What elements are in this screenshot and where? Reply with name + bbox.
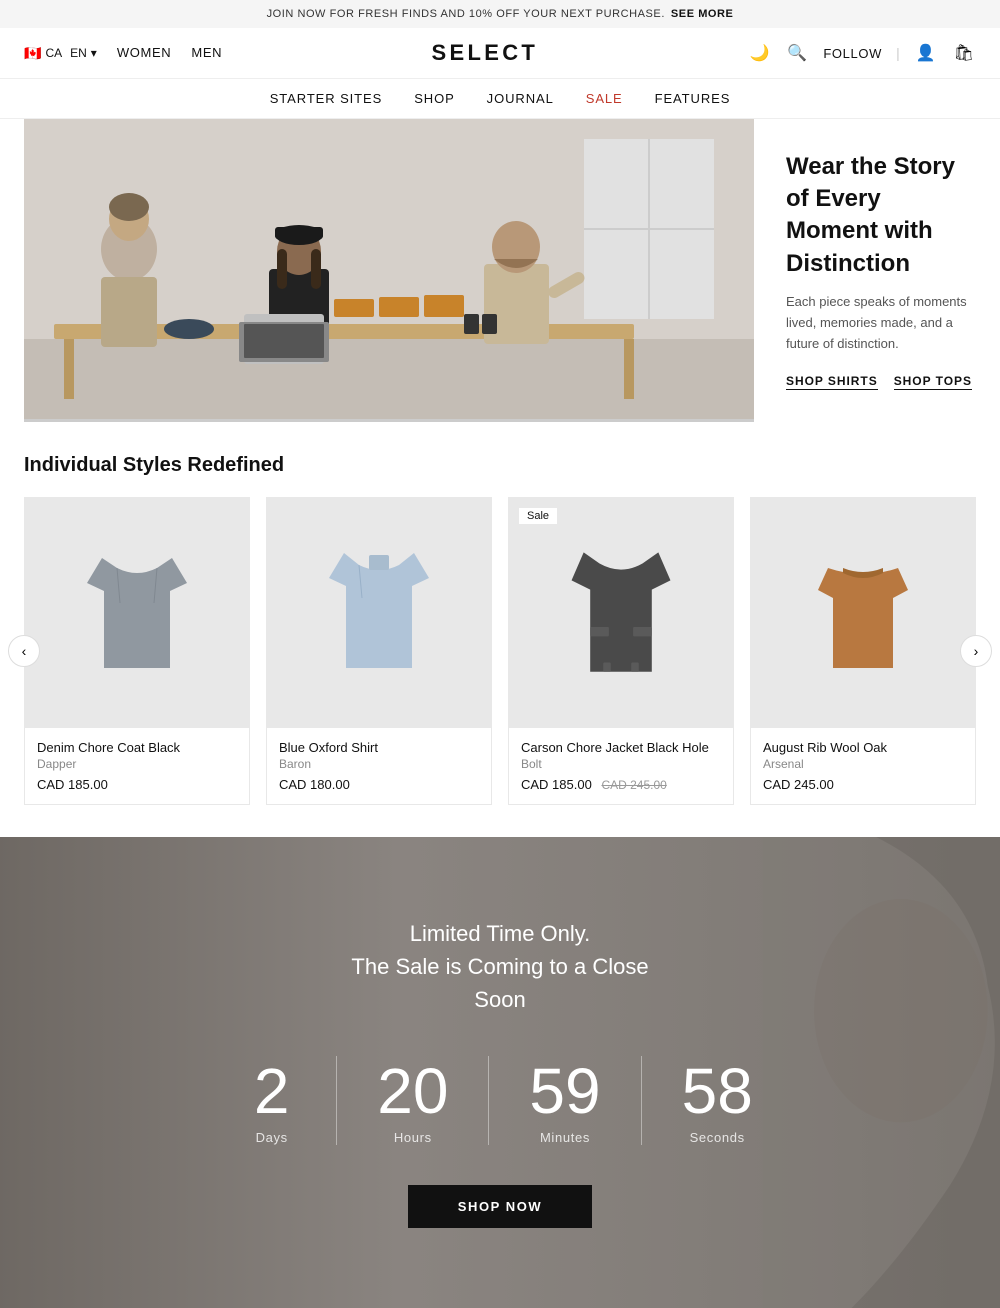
countdown-days: 2 Days <box>207 1056 337 1145</box>
product-image <box>267 498 491 728</box>
countdown-seconds-label: Seconds <box>682 1130 753 1145</box>
product-brand: Baron <box>279 757 479 771</box>
shop-shirts-link[interactable]: SHOP SHIRTS <box>786 374 878 390</box>
nav-sale[interactable]: SALE <box>586 91 623 106</box>
nav-shop[interactable]: SHOP <box>414 91 454 106</box>
nav-starter-sites[interactable]: STARTER SITES <box>270 91 382 106</box>
countdown-minutes: 59 Minutes <box>489 1056 641 1145</box>
product-brand: Dapper <box>37 757 237 771</box>
shop-now-button[interactable]: SHOP NOW <box>408 1185 592 1228</box>
product-card[interactable]: Sale Carson Chore Jacket Black Hole Bolt <box>508 497 734 805</box>
hero-section: Wear the Story of Every Moment with Dist… <box>0 119 1000 422</box>
product-image: Sale <box>509 498 733 728</box>
products-section-title: Individual Styles Redefined <box>24 454 976 477</box>
locale-ca: CA <box>45 46 62 60</box>
topbar-message: JOIN NOW FOR FRESH FINDS AND 10% OFF YOU… <box>267 8 665 20</box>
topbar-link[interactable]: SEE MORE <box>671 8 733 20</box>
product-price: CAD 185.00 <box>37 777 237 792</box>
carousel-next-button[interactable]: › <box>960 635 992 667</box>
product-info: Denim Chore Coat Black Dapper CAD 185.00 <box>25 728 249 804</box>
sale-price: CAD 185.00 <box>521 777 592 792</box>
carousel-prev-button[interactable]: ‹ <box>8 635 40 667</box>
product-info: Blue Oxford Shirt Baron CAD 180.00 <box>267 728 491 804</box>
lang-chevron-icon: ▾ <box>91 46 97 60</box>
header-right-actions: 🌙 🔍 FOLLOW | 👤 🛍 <box>747 41 976 65</box>
header: 🇨🇦 CA EN ▾ WOMEN MEN SELECT 🌙 🔍 FOLLOW |… <box>0 28 1000 79</box>
countdown-minutes-number: 59 <box>529 1056 600 1126</box>
countdown-seconds-number: 58 <box>682 1056 753 1126</box>
nav-men[interactable]: MEN <box>191 45 222 62</box>
follow-link[interactable]: FOLLOW <box>823 46 882 61</box>
hero-heading: Wear the Story of Every Moment with Dist… <box>786 151 976 281</box>
header-divider: | <box>896 45 900 61</box>
hero-text-block: Wear the Story of Every Moment with Dist… <box>786 131 976 411</box>
shop-tops-link[interactable]: SHOP TOPS <box>894 374 972 390</box>
account-button[interactable]: 👤 <box>914 41 938 65</box>
site-logo: SELECT <box>432 40 539 66</box>
original-price: CAD 245.00 <box>601 778 666 792</box>
countdown-heading-line2: The Sale is Coming to a Close <box>351 954 648 979</box>
countdown-days-number: 2 <box>247 1056 296 1126</box>
product-info: Carson Chore Jacket Black Hole Bolt CAD … <box>509 728 733 804</box>
countdown-days-label: Days <box>247 1130 296 1145</box>
products-section: Individual Styles Redefined ‹ Denim Chor… <box>0 422 1000 837</box>
countdown-hours-label: Hours <box>377 1130 448 1145</box>
nav-women[interactable]: WOMEN <box>117 45 172 62</box>
hero-body: Each piece speaks of moments lived, memo… <box>786 292 976 354</box>
cart-button[interactable]: 🛍 <box>952 41 976 65</box>
nav-features[interactable]: FEATURES <box>655 91 731 106</box>
countdown-minutes-label: Minutes <box>529 1130 600 1145</box>
lang-selector[interactable]: EN <box>70 46 87 60</box>
search-button[interactable]: 🔍 <box>785 41 809 65</box>
sale-badge: Sale <box>519 508 557 524</box>
product-card[interactable]: August Rib Wool Oak Arsenal CAD 245.00 <box>750 497 976 805</box>
countdown-heading: Limited Time Only. The Sale is Coming to… <box>24 917 976 1016</box>
countdown-seconds: 58 Seconds <box>642 1056 793 1145</box>
nav-journal[interactable]: JOURNAL <box>487 91 554 106</box>
product-image <box>25 498 249 728</box>
dark-mode-toggle[interactable]: 🌙 <box>747 41 771 65</box>
product-card[interactable]: Denim Chore Coat Black Dapper CAD 185.00 <box>24 497 250 805</box>
countdown-section: Limited Time Only. The Sale is Coming to… <box>0 837 1000 1308</box>
hero-image <box>24 119 754 422</box>
product-name: August Rib Wool Oak <box>763 740 963 755</box>
countdown-heading-line3: Soon <box>474 987 525 1012</box>
hero-links: SHOP SHIRTS SHOP TOPS <box>786 374 976 390</box>
countdown-hours: 20 Hours <box>337 1056 489 1145</box>
product-image <box>751 498 975 728</box>
product-price: CAD 180.00 <box>279 777 479 792</box>
product-name: Denim Chore Coat Black <box>37 740 237 755</box>
product-info: August Rib Wool Oak Arsenal CAD 245.00 <box>751 728 975 804</box>
top-bar: JOIN NOW FOR FRESH FINDS AND 10% OFF YOU… <box>0 0 1000 28</box>
product-brand: Arsenal <box>763 757 963 771</box>
product-price: CAD 185.00 CAD 245.00 <box>521 777 721 792</box>
locale-selector[interactable]: 🇨🇦 CA EN ▾ <box>24 45 97 62</box>
products-grid: Denim Chore Coat Black Dapper CAD 185.00 <box>24 497 976 805</box>
countdown-heading-line1: Limited Time Only. <box>410 921 591 946</box>
flag-icon: 🇨🇦 <box>24 45 41 62</box>
product-price: CAD 245.00 <box>763 777 963 792</box>
countdown-content: Limited Time Only. The Sale is Coming to… <box>24 917 976 1228</box>
product-name: Carson Chore Jacket Black Hole <box>521 740 721 755</box>
products-carousel: ‹ Denim Chore Coat Black Dapper <box>24 497 976 805</box>
product-card[interactable]: Blue Oxford Shirt Baron CAD 180.00 <box>266 497 492 805</box>
countdown-hours-number: 20 <box>377 1056 448 1126</box>
product-name: Blue Oxford Shirt <box>279 740 479 755</box>
countdown-timer: 2 Days 20 Hours 59 Minutes 58 Seconds <box>24 1056 976 1145</box>
header-left-nav: 🇨🇦 CA EN ▾ WOMEN MEN <box>24 45 222 62</box>
product-brand: Bolt <box>521 757 721 771</box>
main-nav: STARTER SITES SHOP JOURNAL SALE FEATURES <box>0 79 1000 119</box>
